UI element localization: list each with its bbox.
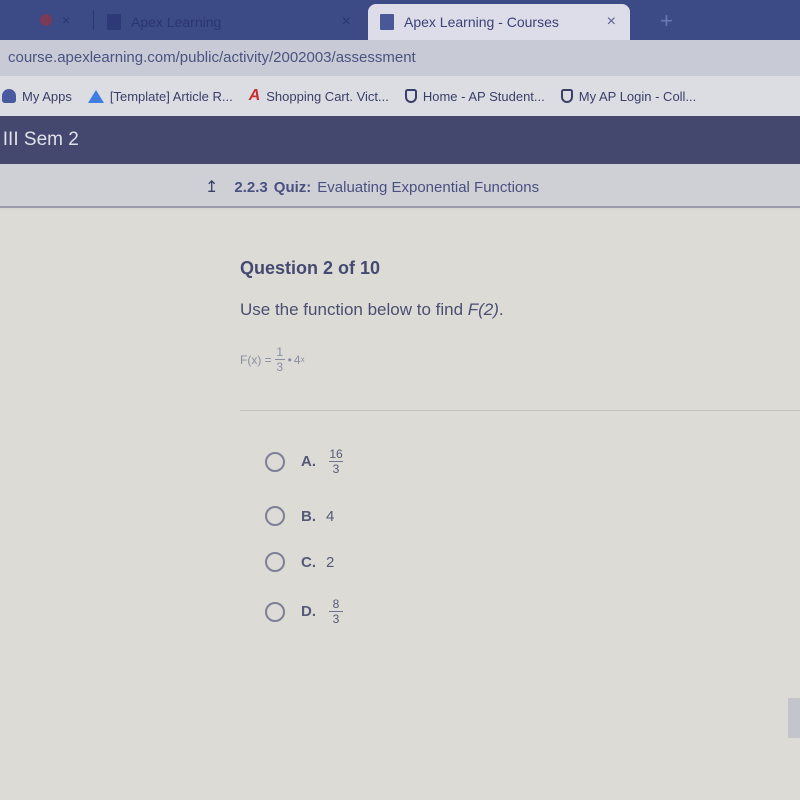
fraction-numerator: 1 — [276, 345, 284, 359]
radio-button[interactable] — [265, 451, 285, 472]
tab-separator — [93, 10, 94, 30]
tab-apex-learning[interactable]: Apex Learning × — [105, 4, 365, 40]
fraction-denominator: 3 — [332, 612, 340, 626]
quiz-title: ↥ 2.2.3 Quiz: Evaluating Exponential Fun… — [205, 177, 539, 197]
bookmark-label: My AP Login - Coll... — [578, 88, 697, 104]
option-fraction: 8 3 — [329, 598, 343, 625]
address-bar: course.apexlearning.com/public/activity/… — [0, 40, 800, 76]
fraction-denominator: 3 — [332, 462, 340, 476]
close-tab-icon[interactable]: × — [62, 12, 70, 28]
apple-icon — [40, 14, 52, 26]
formula-operator: • — [287, 352, 292, 367]
quiz-type-label: Quiz: — [273, 178, 312, 196]
fraction-numerator: 8 — [332, 597, 340, 611]
url-field[interactable]: course.apexlearning.com/public/activity/… — [8, 49, 416, 66]
formula-coefficient: 1 3 — [274, 345, 285, 374]
bookmark-template-article[interactable]: [Template] Article R... — [87, 88, 233, 104]
option-letter: C. — [301, 553, 316, 571]
close-tab-icon[interactable]: × — [607, 13, 616, 31]
answer-option-c[interactable]: C. 2 — [265, 552, 334, 572]
browser-tab-strip: × Apex Learning × Apex Learning - Course… — [0, 0, 800, 40]
tab-apex-learning-courses[interactable]: Apex Learning - Courses × — [368, 4, 630, 40]
formula-exponent: x — [300, 355, 305, 364]
tab-title: Apex Learning — [131, 14, 222, 30]
quiz-number: 2.2.3 — [234, 178, 268, 196]
formula-base: 4 — [293, 352, 301, 367]
close-tab-icon[interactable]: × — [342, 13, 351, 31]
answer-option-b[interactable]: B. 4 — [265, 506, 334, 526]
bookmarks-bar: My Apps [Template] Article R... A Shoppi… — [0, 76, 800, 116]
apex-favicon-icon — [107, 14, 121, 30]
apps-icon — [2, 89, 16, 103]
question-panel: Question 2 of 10 Use the function below … — [0, 210, 800, 800]
bookmark-label: Home - AP Student... — [422, 88, 545, 104]
fraction-numerator: 16 — [329, 447, 343, 461]
answer-option-a[interactable]: A. 16 3 — [265, 448, 346, 475]
option-letter: D. — [301, 603, 316, 620]
bookmark-my-apps[interactable]: My Apps — [2, 89, 72, 104]
prompt-suffix: . — [498, 300, 504, 319]
apex-favicon-icon — [380, 14, 394, 30]
option-letter: B. — [301, 507, 316, 525]
course-title: s III Sem 2 — [0, 129, 79, 150]
formula-lhs: F(x) = — [240, 352, 272, 367]
option-value: 2 — [326, 553, 335, 571]
question-counter: Question 2 of 10 — [240, 258, 381, 278]
tab-title: Apex Learning - Courses — [404, 14, 559, 30]
radio-button[interactable] — [265, 601, 285, 622]
quiz-name: Evaluating Exponential Functions — [317, 178, 540, 196]
function-formula: F(x) = 1 3 • 4x — [240, 346, 305, 373]
shield-icon — [404, 89, 417, 103]
bookmark-label: My Apps — [22, 88, 72, 104]
question-prompt: Use the function below to find F(2). — [240, 300, 504, 320]
bookmark-my-ap-login[interactable]: My AP Login - Coll... — [560, 88, 697, 104]
answer-option-d[interactable]: D. 8 3 — [265, 598, 346, 625]
radio-button[interactable] — [265, 552, 285, 572]
fraction-denominator: 3 — [276, 360, 284, 374]
a-logo-icon: A — [248, 87, 261, 104]
google-drive-icon — [87, 89, 104, 103]
side-scroll-tab[interactable] — [788, 698, 800, 738]
up-arrow-icon[interactable]: ↥ — [205, 177, 218, 197]
prompt-text: Use the function below to find — [240, 300, 468, 319]
new-tab-button[interactable]: + — [660, 8, 673, 34]
bookmark-shopping-cart[interactable]: A Shopping Cart. Vict... — [249, 87, 389, 105]
radio-button[interactable] — [265, 506, 285, 526]
option-fraction: 16 3 — [329, 448, 343, 475]
bookmark-home-ap-student[interactable]: Home - AP Student... — [404, 88, 545, 104]
quiz-header: ↥ 2.2.3 Quiz: Evaluating Exponential Fun… — [0, 164, 800, 208]
course-header: s III Sem 2 — [0, 116, 800, 164]
bookmark-label: [Template] Article R... — [109, 88, 233, 104]
option-value: 4 — [326, 507, 335, 525]
tab-pinned[interactable]: × — [40, 12, 70, 28]
option-letter: A. — [301, 453, 316, 470]
shield-icon — [560, 89, 573, 103]
prompt-target: F(2) — [467, 300, 499, 319]
divider — [240, 410, 800, 411]
bookmark-label: Shopping Cart. Vict... — [266, 88, 389, 104]
